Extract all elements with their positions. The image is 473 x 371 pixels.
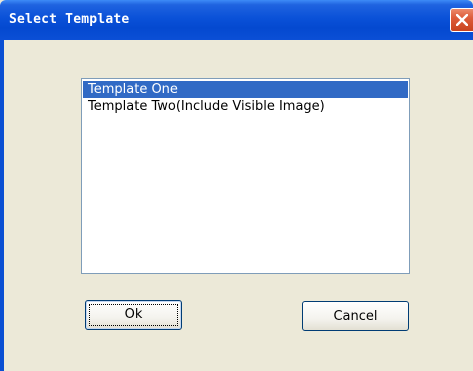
- template-listbox[interactable]: Template One Template Two(Include Visibl…: [81, 78, 410, 274]
- list-item-template-two[interactable]: Template Two(Include Visible Image): [83, 98, 408, 115]
- title-bar[interactable]: Select Template: [0, 0, 473, 40]
- list-item-template-one[interactable]: Template One: [83, 81, 408, 98]
- ok-button[interactable]: Ok: [85, 300, 182, 330]
- dialog-title: Select Template: [9, 12, 130, 27]
- close-icon: [456, 14, 468, 26]
- cancel-button-label: Cancel: [333, 309, 378, 324]
- close-button[interactable]: [450, 8, 473, 32]
- select-template-dialog: Select Template Template One Template Tw…: [0, 0, 473, 371]
- ok-button-label: Ok: [124, 307, 143, 322]
- cancel-button[interactable]: Cancel: [302, 301, 409, 331]
